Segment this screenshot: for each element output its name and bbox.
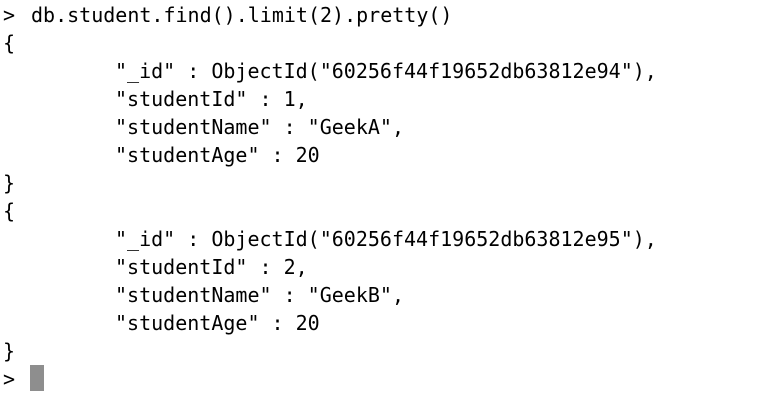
document-2-open-brace: { xyxy=(3,199,16,223)
prompt-symbol: > xyxy=(3,367,16,391)
document-1-open-brace: { xyxy=(3,31,16,55)
document-2-field-student-id: "studentId" : 2, xyxy=(115,255,308,279)
document-1-field-id: "_id" : ObjectId("60256f44f19652db63812e… xyxy=(115,59,657,83)
document-1-field-student-age: "studentAge" : 20 xyxy=(115,143,320,167)
document-1-field-student-name: "studentName" : "GeekA", xyxy=(115,115,404,139)
command-line: > db.student.find().limit(2).pretty() xyxy=(3,1,452,29)
document-2-field-student-age: "studentAge" : 20 xyxy=(115,311,320,335)
document-2-field-id: "_id" : ObjectId("60256f44f19652db63812e… xyxy=(115,227,657,251)
document-2-close-brace: } xyxy=(3,339,16,363)
document-1-field-student-id: "studentId" : 1, xyxy=(115,87,308,111)
prompt-symbol: > xyxy=(3,3,16,27)
terminal-window[interactable]: > db.student.find().limit(2).pretty() { "… xyxy=(0,0,768,406)
document-1-close-brace: } xyxy=(3,171,16,195)
document-2-field-student-name: "studentName" : "GeekB", xyxy=(115,283,404,307)
text-cursor xyxy=(30,365,44,391)
input-prompt-line[interactable]: > xyxy=(3,365,31,393)
command-text: db.student.find().limit(2).pretty() xyxy=(31,3,453,27)
